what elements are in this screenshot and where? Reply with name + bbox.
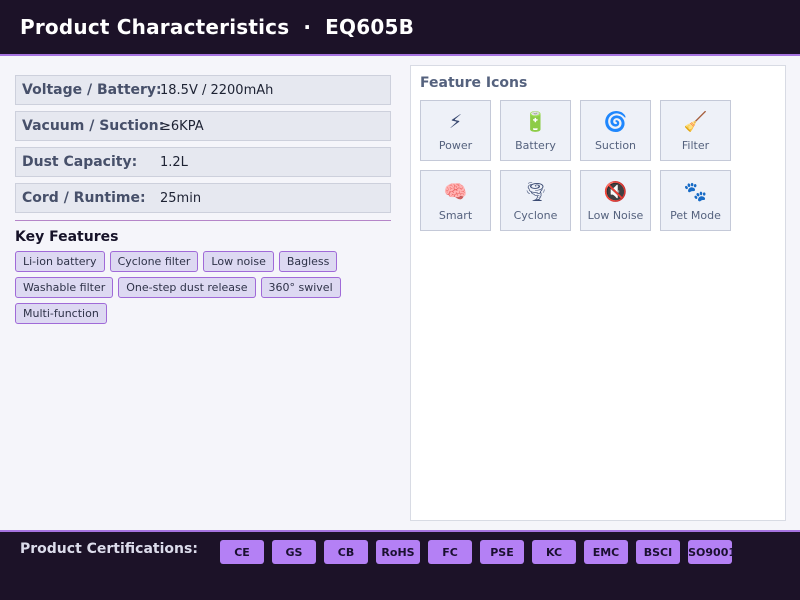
feature-tag: Multi-function [15,303,107,324]
cert-badge-kc: KC [532,540,576,564]
feature-card-power: ⚡ Power [420,100,491,161]
section-divider [15,220,391,221]
feature-card-suction: 🌀 Suction [580,100,651,161]
model-number: EQ605B [325,15,415,39]
spec-value: 1.2L [160,154,188,170]
page-header: Product Characteristics · EQ605B [0,0,800,56]
feature-icons-title: Feature Icons [420,75,528,91]
feature-card-battery: 🔋 Battery [500,100,571,161]
spec-value: 18.5V / 2200mAh [160,82,274,98]
feature-label: Low Noise [587,209,644,222]
cert-badge-pse: PSE [480,540,524,564]
feature-label: Power [438,139,473,152]
feature-tag: Washable filter [15,277,114,298]
feature-tag: Cyclone filter [109,251,199,272]
spec-label: Voltage / Battery: [22,82,162,98]
feature-label: Smart [438,209,473,222]
page-title: Product Characteristics · EQ605B [20,15,414,39]
feature-tag: 360° swivel [260,277,341,298]
certification-badges: CE GS CB RoHS FC PSE KC EMC BSCI ISO9001 [220,540,736,564]
cert-badge-rohs: RoHS [376,540,420,564]
spec-value: 25min [160,190,202,206]
spec-row-suction: Vacuum / Suction: ≥6KPA [15,111,391,141]
feature-label: Pet Mode [670,209,721,222]
feature-card-pet-mode: 🐾 Pet Mode [660,170,731,231]
cert-badge-ce: CE [220,540,264,564]
cert-badge-emc: EMC [584,540,628,564]
feature-tag: Low noise [203,251,274,272]
pet-mode-icon: 🐾 [683,181,708,203]
feature-tag: Bagless [278,251,338,272]
spec-value: ≥6KPA [160,118,204,134]
feature-card-low-noise: 🔇 Low Noise [580,170,651,231]
feature-card-smart: 🧠 Smart [420,170,491,231]
key-features-title: Key Features [15,229,119,245]
feature-label: Battery [515,139,556,152]
certifications-footer: Product Certifications: CE GS CB RoHS FC… [0,530,800,600]
feature-tag: Li-ion battery [15,251,105,272]
cyclone-icon: 🌪 [523,181,548,203]
smart-icon: 🧠 [443,181,468,203]
spec-label: Cord / Runtime: [22,190,146,206]
cert-badge-iso9001: ISO9001 [684,540,736,564]
certifications-title: Product Certifications: [20,541,198,557]
spec-row-dust-capacity: Dust Capacity: 1.2L [15,147,391,177]
feature-tags: Li-ion battery Cyclone filter Low noise … [15,251,355,324]
cert-badge-gs: GS [272,540,316,564]
cert-badge-cb: CB [324,540,368,564]
spec-label: Vacuum / Suction: [22,118,165,134]
spec-label: Dust Capacity: [22,154,138,170]
power-icon: ⚡ [448,111,463,133]
title-separator: · [303,15,312,39]
suction-icon: 🌀 [603,111,628,133]
title-text: Product Characteristics [20,15,290,39]
feature-card-filter: 🧹 Filter [660,100,731,161]
feature-icons-panel: Feature Icons ⚡ Power 🔋 Battery 🌀 Suctio… [410,65,786,521]
cert-badge-fc: FC [428,540,472,564]
specs-panel: Voltage / Battery: 18.5V / 2200mAh Vacuu… [15,75,391,324]
feature-label: Filter [681,139,710,152]
spec-row-runtime: Cord / Runtime: 25min [15,183,391,213]
feature-tag: One-step dust release [118,277,256,298]
low-noise-icon: 🔇 [603,181,628,203]
cert-badge-bsci: BSCI [636,540,680,564]
feature-icon-grid: ⚡ Power 🔋 Battery 🌀 Suction 🧹 Filter 🧠 S… [420,100,731,231]
battery-icon: 🔋 [523,111,548,133]
feature-card-cyclone: 🌪 Cyclone [500,170,571,231]
filter-icon: 🧹 [683,111,708,133]
spec-row-voltage: Voltage / Battery: 18.5V / 2200mAh [15,75,391,105]
feature-label: Suction [594,139,637,152]
feature-label: Cyclone [513,209,558,222]
